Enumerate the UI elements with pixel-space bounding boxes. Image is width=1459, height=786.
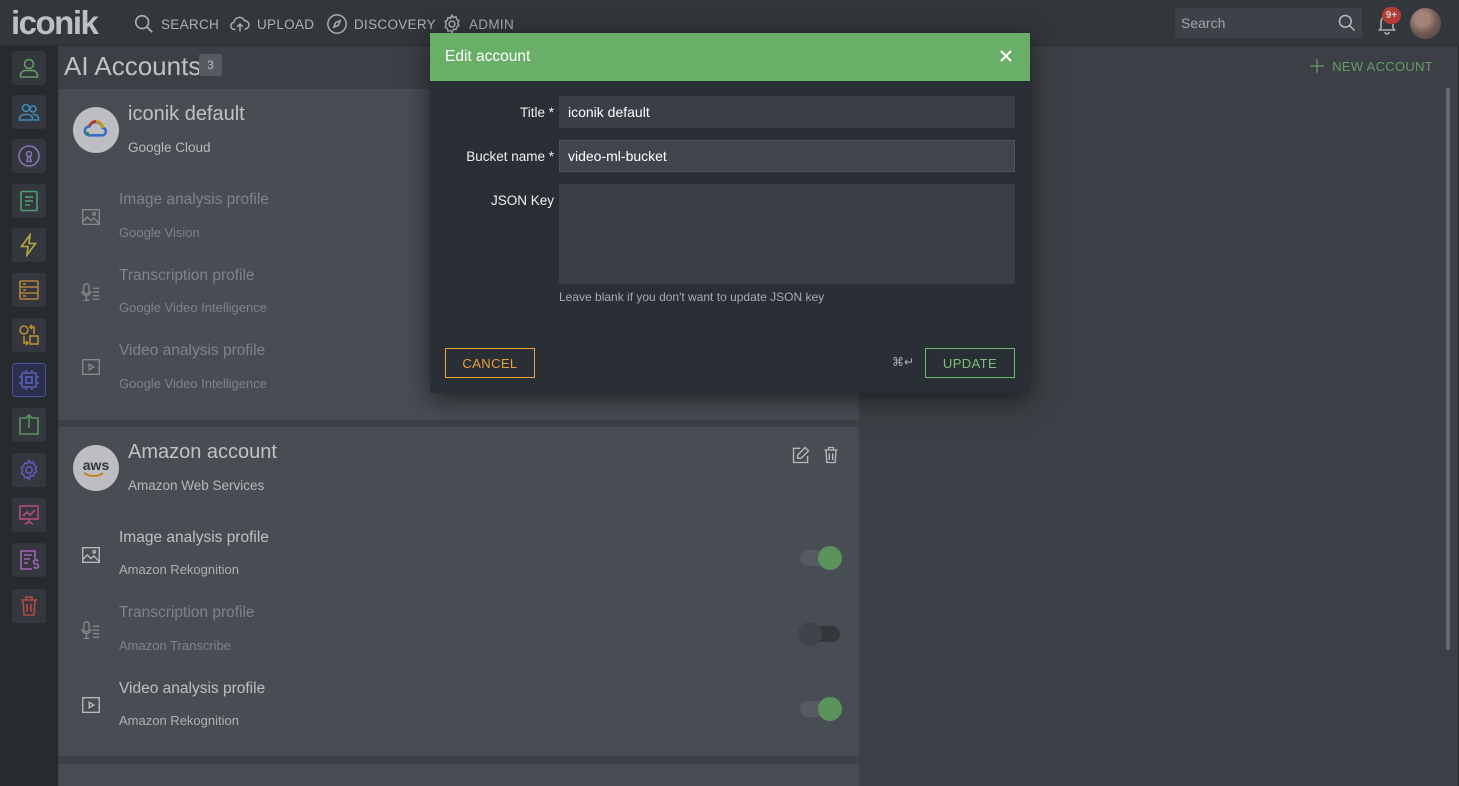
- json-key-textarea[interactable]: [559, 184, 1015, 284]
- json-key-label: JSON Key: [490, 193, 554, 208]
- dialog-header: Edit account: [430, 33, 1030, 81]
- close-icon[interactable]: [998, 48, 1014, 64]
- cancel-button[interactable]: CANCEL: [445, 348, 535, 378]
- edit-account-dialog: Edit account Title * Bucket name * JSON …: [430, 33, 1030, 393]
- bucket-name-input[interactable]: [559, 140, 1015, 172]
- update-button[interactable]: UPDATE: [925, 348, 1015, 378]
- keyboard-shortcut-hint: ⌘↵: [892, 355, 915, 369]
- dialog-title: Edit account: [445, 48, 531, 65]
- json-key-hint: Leave blank if you don't want to update …: [559, 290, 825, 304]
- title-input[interactable]: [559, 96, 1015, 128]
- title-label: Title *: [519, 105, 554, 120]
- bucket-name-label: Bucket name *: [466, 149, 554, 164]
